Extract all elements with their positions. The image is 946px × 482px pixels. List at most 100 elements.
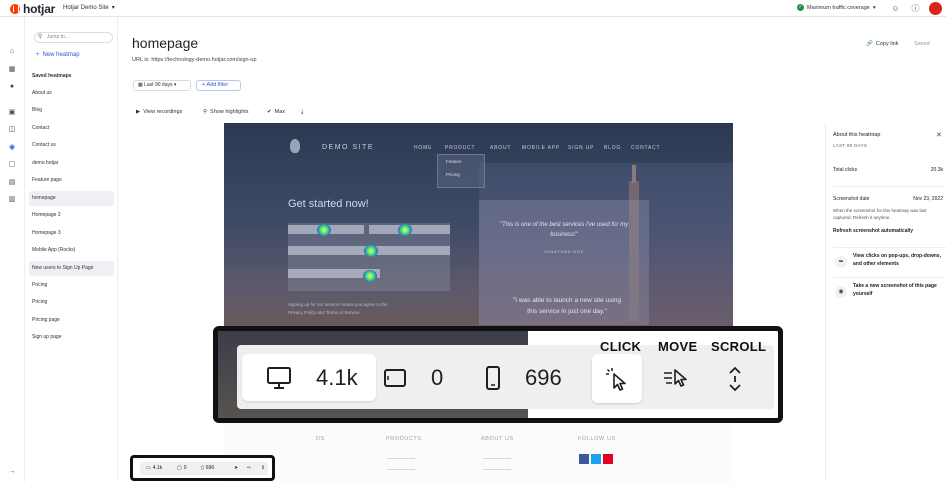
site-nav-mobile-app: MOBILE APP — [522, 145, 561, 151]
tip-new-screenshot[interactable]: ◉ Take a new screenshot of this page you… — [833, 277, 946, 307]
device-toolbar-highlight: ▭ 4.1k ▢ 0 ▯ 696 ➤ ⇨ ⇕ — [130, 455, 275, 481]
scroll-mode-button[interactable] — [710, 354, 760, 403]
heat-blob — [364, 245, 378, 257]
close-icon[interactable]: ✕ — [936, 131, 942, 139]
total-clicks-value: 20.3k — [930, 167, 943, 173]
scroll-icon — [729, 366, 741, 391]
saved-button[interactable]: Saved — [914, 41, 930, 47]
click-mode-label: CLICK — [600, 339, 642, 354]
max-label: Max — [274, 109, 285, 115]
search-icon: ⚲ — [38, 34, 43, 40]
recordings-icon[interactable]: ▣ — [7, 108, 17, 118]
heat-blob — [317, 224, 331, 236]
view-recordings-label: View recordings — [143, 109, 183, 115]
tip-popups[interactable]: ➥ View clicks on pop-ups, drop-downs, an… — [833, 247, 946, 277]
avatar[interactable] — [929, 2, 942, 15]
sidebar-item-homepage-3[interactable]: Homepage 3 — [29, 226, 114, 241]
footer-link — [483, 458, 511, 459]
tip-popups-text: View clicks on pop-ups, drop-downs, and … — [853, 253, 941, 267]
device-toolbar-callout: 4.1k 0 696 CLICK MOVE SCROLL — [213, 326, 783, 423]
help-icon[interactable]: ⓘ — [910, 3, 921, 14]
sidebar-item-mobile-app[interactable]: Mobile App (Rocks) — [29, 243, 114, 258]
funnel-icon[interactable]: ◫ — [7, 125, 17, 135]
sidebar-item-new-users[interactable]: New users to Sign Up Page — [29, 261, 114, 276]
terms-text: Signing up for our service means you agr… — [288, 301, 418, 317]
heatmap-icon[interactable]: ◉ — [7, 143, 17, 153]
highlight-icon: ⚲ — [203, 109, 208, 115]
sidebar-item-pricing-2[interactable]: Pricing — [29, 295, 114, 310]
traffic-coverage-selector[interactable]: ✓ Maximum traffic coverage ▾ — [797, 4, 876, 11]
survey-icon[interactable]: ▤ — [7, 178, 17, 188]
chevron-down-icon: ▾ — [872, 4, 876, 11]
move-icon — [664, 368, 687, 387]
demo-site-logo-icon — [290, 139, 300, 153]
sidebar-item-sign-up-page[interactable]: Sign up page — [29, 330, 114, 345]
sidebar-item-homepage[interactable]: homepage — [29, 191, 114, 206]
plus-icon: + — [36, 52, 40, 58]
pinterest-icon — [603, 454, 613, 464]
sidebar-item-pricing[interactable]: Pricing — [29, 278, 114, 293]
mobile-icon: ▯ — [201, 465, 204, 471]
date-range-button[interactable]: ▦ Last 90 days ▾ — [133, 80, 191, 91]
collapse-icon[interactable]: → — [7, 467, 17, 477]
mini-scroll-icon[interactable]: ⇕ — [261, 465, 265, 471]
site-nav-product: PRODUCT — [445, 145, 476, 151]
click-icon — [606, 367, 626, 391]
site-selector[interactable]: Hotjar Demo Site ▾ — [63, 4, 115, 12]
hero-title: Get started now! — [288, 198, 369, 210]
site-nav-blog: BLOG — [604, 145, 622, 151]
tablet-device-button[interactable]: 0 — [383, 354, 443, 401]
download-icon[interactable]: ⤓ — [301, 109, 303, 116]
desktop-icon — [267, 366, 291, 389]
view-recordings-button[interactable]: ▶ View recordings — [136, 109, 182, 115]
click-mode-button[interactable] — [592, 354, 642, 403]
new-heatmap-button[interactable]: + New heatmap — [36, 52, 80, 58]
site-name: Hotjar Demo Site — [63, 4, 109, 11]
feedback-icon[interactable]: ▢ — [7, 160, 17, 170]
logo-text: hotjar — [23, 1, 56, 16]
total-clicks-row: Total clicks 20.3k — [833, 156, 946, 186]
desktop-device-button[interactable]: 4.1k — [242, 354, 376, 401]
chevron-down-icon: ▾ — [111, 5, 115, 11]
sidebar-item-demo-hotjar[interactable]: demo.hotjar — [29, 156, 114, 171]
interview-icon[interactable]: ▥ — [7, 195, 17, 205]
mini-mobile-button[interactable]: ▯ 696 — [201, 465, 214, 471]
demo-site-logo: DEMO SITE — [322, 144, 375, 151]
mini-tablet-button[interactable]: ▢ 0 — [177, 465, 187, 471]
pointer-icon: ➥ — [835, 256, 847, 268]
footer-col-ds: DS — [316, 436, 325, 442]
move-mode-button[interactable] — [651, 354, 701, 403]
sidebar-item-pricing-page[interactable]: Pricing page — [29, 313, 114, 328]
dashboard-icon[interactable]: ▦ — [7, 65, 17, 75]
refresh-screenshot-toggle[interactable]: Refresh screenshot automatically — [833, 228, 913, 234]
search-input[interactable]: ⚲ Jump to... — [34, 32, 113, 43]
sidebar-item-contact[interactable]: Contact — [29, 121, 114, 136]
hotjar-logo[interactable]: hotjar — [10, 1, 56, 16]
sidebar-item-homepage-2[interactable]: Homepage 2 — [29, 208, 114, 223]
mini-desktop-count: 4.1k — [152, 465, 163, 471]
twitter-icon — [591, 454, 601, 464]
sidebar-item-about-us[interactable]: About us — [29, 86, 114, 101]
mobile-device-button[interactable]: 696 — [485, 354, 562, 401]
copy-link-button[interactable]: 🔗 Copy link — [866, 41, 898, 47]
lightbulb-icon[interactable]: ● — [7, 82, 17, 92]
move-mode-label: MOVE — [658, 339, 698, 354]
footer-link — [387, 458, 415, 459]
home-icon[interactable]: ⌂ — [7, 47, 17, 57]
screenshot-note: When the screenshot for this heatmap was… — [833, 208, 927, 220]
heatmap-screenshot[interactable]: DEMO SITE HOME PRODUCT ABOUT MOBILE APP … — [224, 123, 733, 482]
url-filter: URL is: https://technology-demo.hotjar.c… — [132, 57, 257, 63]
max-toggle[interactable]: ✔ Max — [267, 109, 285, 115]
sidebar-item-feature-page[interactable]: Feature page — [29, 173, 114, 188]
show-highlights-button[interactable]: ⚲ Show highlights — [203, 109, 249, 115]
mini-tablet-count: 0 — [183, 465, 187, 471]
add-filter-button[interactable]: + Add filter — [196, 80, 241, 91]
mini-click-icon[interactable]: ➤ — [234, 465, 238, 471]
sidebar-item-contact-us[interactable]: Contact us — [29, 138, 114, 153]
mini-move-icon[interactable]: ⇨ — [247, 465, 251, 471]
link-icon: 🔗 — [866, 41, 873, 47]
sidebar-item-blog[interactable]: Blog — [29, 103, 114, 118]
calendar-icon: ▦ — [138, 82, 143, 88]
mini-desktop-button[interactable]: ▭ 4.1k — [146, 465, 162, 471]
add-user-icon[interactable]: ☺ — [890, 3, 901, 14]
